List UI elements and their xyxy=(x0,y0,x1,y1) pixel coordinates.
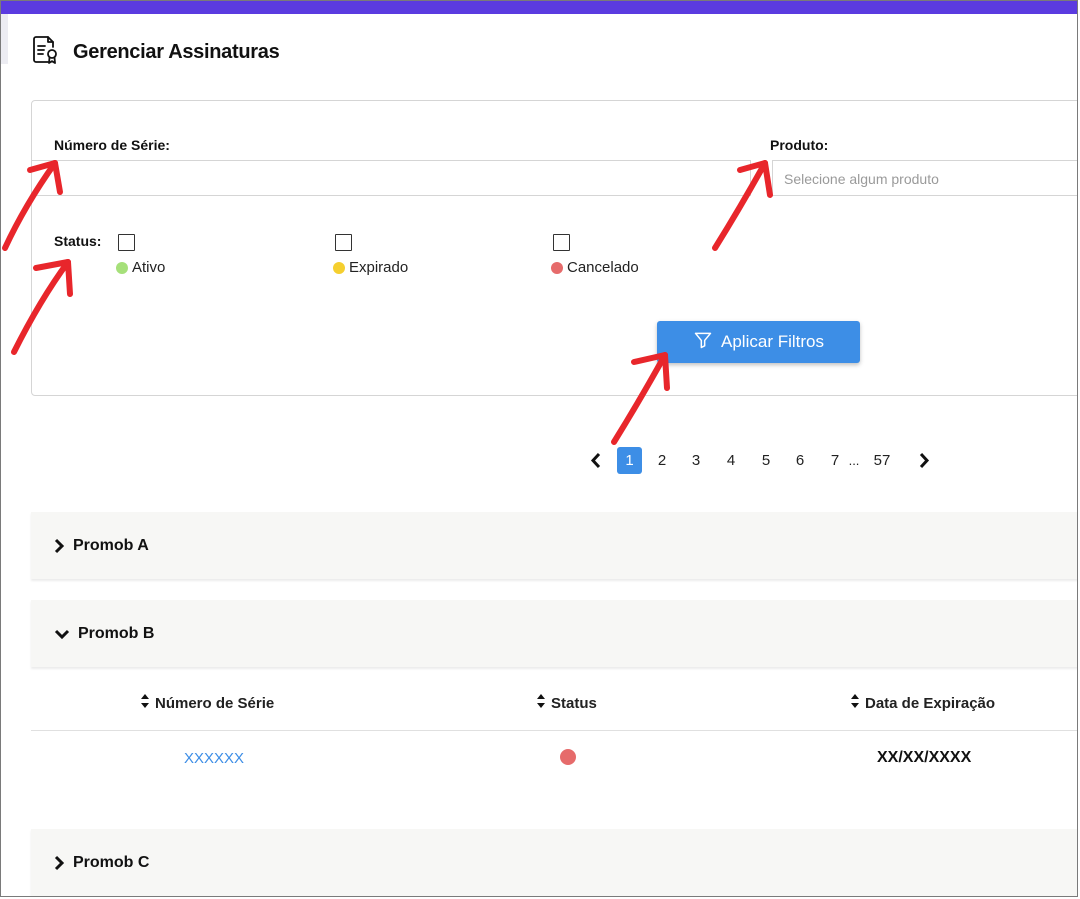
status-cancelled-text: Cancelado xyxy=(567,259,639,276)
sort-icon xyxy=(850,693,860,713)
filter-icon xyxy=(693,330,713,355)
page-6[interactable]: 6 xyxy=(792,447,808,474)
page-ellipsis: ... xyxy=(848,453,860,468)
chevron-right-icon xyxy=(53,537,65,560)
page-last[interactable]: 57 xyxy=(869,447,895,474)
column-header-label: Número de Série xyxy=(155,694,275,712)
chevron-down-icon xyxy=(53,625,71,648)
status-expired-legend: Expirado xyxy=(333,259,408,276)
sort-icon xyxy=(140,693,150,713)
side-shade xyxy=(1,14,8,64)
page-title: Gerenciar Assinaturas xyxy=(73,41,280,63)
column-header-serial[interactable]: Número de Série xyxy=(140,693,274,713)
status-cancelled-dot-icon xyxy=(560,749,576,765)
accordion-title: Promob C xyxy=(73,854,150,871)
active-dot-icon xyxy=(116,261,128,274)
apply-filters-button[interactable]: Aplicar Filtros xyxy=(657,321,860,363)
status-label: Status: xyxy=(54,233,102,249)
status-active-checkbox[interactable] xyxy=(118,234,135,251)
product-select[interactable]: Selecione algum produto xyxy=(772,160,1077,196)
page-3[interactable]: 3 xyxy=(688,447,704,474)
app-window: Gerenciar Assinaturas Número de Série: P… xyxy=(0,0,1078,897)
accordion-promob-a[interactable]: Promob A xyxy=(31,512,1077,579)
serial-number-input[interactable] xyxy=(31,160,751,196)
top-bar xyxy=(1,1,1077,14)
page-1[interactable]: 1 xyxy=(617,447,642,474)
cancelled-dot-icon xyxy=(551,261,563,274)
status-cancelled-checkbox[interactable] xyxy=(553,234,570,251)
apply-filters-label: Aplicar Filtros xyxy=(721,332,824,351)
table-divider xyxy=(31,730,1077,731)
accordion-title: Promob B xyxy=(78,625,155,642)
page-2[interactable]: 2 xyxy=(654,447,670,474)
accordion-title: Promob A xyxy=(73,537,149,554)
serial-number-link[interactable]: XXXXXX xyxy=(184,750,244,767)
accordion-promob-b[interactable]: Promob B xyxy=(31,600,1077,667)
accordion-promob-c[interactable]: Promob C xyxy=(31,829,1077,896)
status-active-legend: Ativo xyxy=(116,259,165,276)
product-label: Produto: xyxy=(770,137,829,153)
status-active-text: Ativo xyxy=(132,259,166,276)
page-header: Gerenciar Assinaturas xyxy=(31,35,280,70)
next-page-icon[interactable] xyxy=(914,447,934,474)
certificate-document-icon xyxy=(31,35,61,70)
page-4[interactable]: 4 xyxy=(723,447,739,474)
chevron-right-icon xyxy=(53,854,65,877)
status-expired-checkbox[interactable] xyxy=(335,234,352,251)
status-cancelled-legend: Cancelado xyxy=(551,259,639,276)
column-header-status[interactable]: Status xyxy=(536,693,597,713)
sort-icon xyxy=(536,693,546,713)
status-expired-text: Expirado xyxy=(349,259,409,276)
expiration-date: XX/XX/XXXX xyxy=(877,749,972,766)
page-5[interactable]: 5 xyxy=(758,447,774,474)
expired-dot-icon xyxy=(333,261,345,274)
column-header-expiration[interactable]: Data de Expiração xyxy=(850,693,995,713)
serial-number-label: Número de Série: xyxy=(54,137,170,153)
prev-page-icon[interactable] xyxy=(586,447,606,474)
column-header-label: Data de Expiração xyxy=(865,694,996,712)
page-7[interactable]: 7 xyxy=(827,447,843,474)
column-header-label: Status xyxy=(551,694,597,712)
